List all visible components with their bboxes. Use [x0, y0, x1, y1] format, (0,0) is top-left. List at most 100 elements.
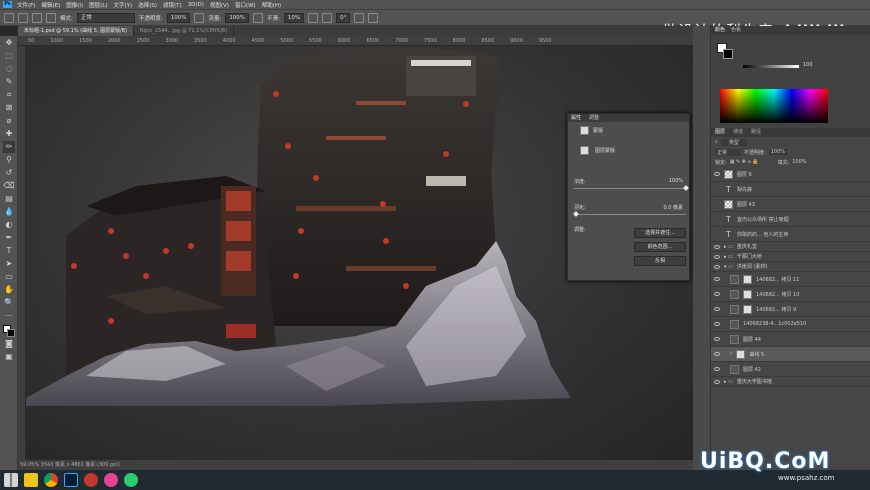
layer-group-row[interactable]: ▸ ▭ 千厮门大桥 [711, 252, 870, 262]
opacity-field[interactable]: 100% [166, 12, 191, 23]
smoothing-field[interactable]: 10% [283, 12, 305, 23]
menu-help[interactable]: 帮助(H) [262, 1, 281, 9]
photoshop-taskbar-icon[interactable] [64, 473, 78, 487]
layer-row[interactable]: 14068238-4...1c002e510 [711, 317, 870, 332]
lock-icons[interactable]: ▦ ✎ ✥ ⌂ 🔒 [730, 159, 759, 165]
frame-tool-icon[interactable]: ⊠ [3, 102, 15, 114]
chrome-icon[interactable] [44, 473, 58, 487]
menu-window[interactable]: 窗口(W) [235, 1, 256, 9]
blur-tool-icon[interactable]: 💧 [3, 206, 15, 218]
hand-tool-icon[interactable]: ✋ [3, 284, 15, 296]
layer-group-row[interactable]: ▸ ▭ 重庆礼堂 [711, 242, 870, 252]
mode-select[interactable]: 正常 [76, 12, 135, 23]
zoom-tool-icon[interactable]: 🔍 [3, 297, 15, 309]
wechat-icon[interactable] [124, 473, 138, 487]
feather-value[interactable]: 0.0 像素 [663, 204, 683, 211]
color-slider[interactable] [743, 65, 799, 68]
tab-source-image[interactable]: Nipic_1544...jpg @ 71.1%(CMYK/8) [134, 26, 235, 36]
feather-slider-knob[interactable] [573, 211, 579, 217]
app-icon[interactable] [104, 473, 118, 487]
windows-start-icon[interactable] [4, 473, 18, 487]
flow-field[interactable]: 100% [225, 12, 250, 23]
invert-button[interactable]: 反相 [634, 256, 686, 266]
layer-row[interactable]: 图层 43 [711, 197, 870, 212]
menu-layer[interactable]: 图层(L) [89, 1, 107, 9]
menu-filter[interactable]: 滤镜(T) [163, 1, 182, 9]
layer-row[interactable]: 图层 44 [711, 332, 870, 347]
visibility-eye-icon[interactable] [714, 307, 720, 311]
brush-preset-icon[interactable] [32, 12, 42, 23]
density-value[interactable]: 100% [669, 178, 683, 185]
visibility-eye-icon[interactable] [714, 244, 720, 249]
visibility-eye-icon[interactable] [714, 352, 720, 356]
tab-swatches[interactable]: 色板 [731, 26, 741, 35]
airbrush-icon[interactable] [253, 12, 264, 23]
lasso-tool-icon[interactable]: ◌ [3, 63, 15, 75]
shape-tool-icon[interactable]: ▭ [3, 271, 15, 283]
tab-channels[interactable]: 通道 [733, 128, 743, 137]
angle-field[interactable]: 0° [336, 12, 351, 23]
gear-icon[interactable] [308, 12, 319, 23]
home-icon[interactable] [4, 12, 14, 23]
gradient-tool-icon[interactable]: ▤ [3, 193, 15, 205]
crop-tool-icon[interactable]: ⌗ [3, 89, 15, 101]
layer-row[interactable]: 图层 42 [711, 362, 870, 377]
color-range-button[interactable]: 颜色范围... [634, 242, 686, 252]
quick-mask-icon[interactable]: ◙ [3, 338, 15, 350]
layer-opacity-field[interactable]: 100% [768, 149, 787, 155]
layer-kind-filter[interactable]: 类型 [720, 138, 747, 146]
menu-3d[interactable]: 3D(D) [188, 2, 204, 8]
brush-tool-icon[interactable]: ✏ [3, 141, 15, 153]
select-and-mask-button[interactable]: 选择并遮住... [634, 228, 686, 238]
layer-row[interactable]: 140682... 拷贝 11 [711, 272, 870, 287]
density-slider-knob[interactable] [683, 185, 689, 191]
dodge-tool-icon[interactable]: ◐ [3, 219, 15, 231]
file-explorer-icon[interactable] [24, 473, 38, 487]
visibility-eye-icon[interactable] [714, 379, 720, 384]
background-swatch[interactable] [723, 49, 733, 59]
menu-edit[interactable]: 编辑(E) [41, 1, 60, 9]
menu-type[interactable]: 文字(Y) [114, 1, 133, 9]
symmetry-icon[interactable] [368, 12, 379, 23]
menu-view[interactable]: 视图(V) [210, 1, 229, 9]
eyedropper-tool-icon[interactable]: ⌀ [3, 115, 15, 127]
tab-color[interactable]: 颜色 [715, 26, 725, 35]
color-spectrum[interactable] [720, 89, 828, 123]
fill-field[interactable]: 100% [792, 159, 806, 165]
layer-row[interactable]: T 梨先森 [711, 182, 870, 197]
more-tools-icon[interactable]: ⋯ [3, 310, 15, 322]
visibility-eye-icon[interactable] [714, 254, 720, 259]
layer-row[interactable]: 140682... 拷贝 9 [711, 302, 870, 317]
layer-row[interactable]: T 室内公众场所 禁止吸烟 [711, 212, 870, 227]
tab-active-document[interactable]: 未标题-1.psd @ 59.1% (曲线 5, 图层蒙版/8) [18, 26, 134, 36]
tab-adjustments[interactable]: 调整 [589, 114, 599, 122]
quick-select-tool-icon[interactable]: ✎ [3, 76, 15, 88]
layer-row-selected[interactable]: ⌇ 曲线 5 [711, 347, 870, 362]
layer-row[interactable]: 140682... 拷贝 10 [711, 287, 870, 302]
visibility-eye-icon[interactable] [714, 367, 720, 371]
eraser-tool-icon[interactable]: ⌫ [3, 180, 15, 192]
visibility-eye-icon[interactable] [714, 292, 720, 296]
move-tool-icon[interactable]: ✥ [3, 37, 15, 49]
visibility-eye-icon[interactable] [714, 322, 720, 326]
visibility-eye-icon[interactable] [714, 337, 720, 341]
menu-file[interactable]: 文件(F) [17, 1, 35, 9]
pixel-mask-icon[interactable] [580, 126, 589, 135]
pressure-size-icon[interactable] [354, 12, 365, 23]
screen-mode-icon[interactable]: ▣ [3, 351, 15, 363]
tab-layers[interactable]: 图层 [715, 128, 725, 137]
visibility-eye-icon[interactable] [714, 172, 720, 176]
layer-row[interactable]: T 你敢的的... 他人的生命 [711, 227, 870, 242]
feather-slider[interactable] [573, 211, 686, 217]
path-select-tool-icon[interactable]: ➤ [3, 258, 15, 270]
background-color-swatch[interactable] [7, 329, 15, 337]
angle-icon[interactable] [322, 12, 333, 23]
pen-tool-icon[interactable]: ✒ [3, 232, 15, 244]
app-icon[interactable] [84, 473, 98, 487]
pressure-opacity-icon[interactable] [194, 12, 205, 23]
type-tool-icon[interactable]: T [3, 245, 15, 257]
history-brush-icon[interactable]: ↺ [3, 167, 15, 179]
layer-group-row[interactable]: ▸ ▭ 重庆大学图书馆 [711, 377, 870, 387]
color-slider-value[interactable]: 100 [803, 62, 813, 68]
stamp-tool-icon[interactable]: ⚲ [3, 154, 15, 166]
